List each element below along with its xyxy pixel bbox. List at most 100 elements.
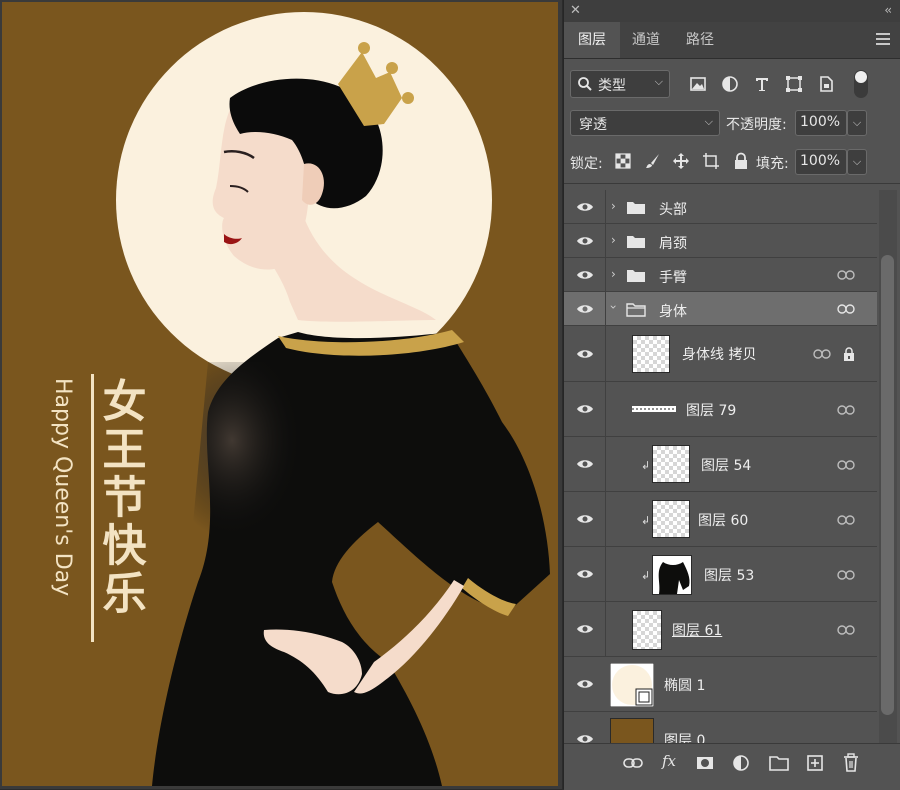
link-icon[interactable] <box>813 349 831 359</box>
fill-input[interactable]: 100% <box>795 149 847 175</box>
new-group-folder-icon[interactable] <box>768 752 790 774</box>
shape-layer-filter-icon[interactable] <box>784 74 804 94</box>
document-canvas[interactable]: 女王节快乐 Happy Queen's Day <box>0 0 562 789</box>
tab-layers[interactable]: 图层 <box>564 22 620 58</box>
artwork-illustration: 女王节快乐 Happy Queen's Day <box>2 2 558 786</box>
layer-thumbnail <box>610 718 654 743</box>
link-icon[interactable] <box>837 270 855 280</box>
layer-row-0[interactable]: 图层 0 <box>564 712 877 743</box>
layer-row-ellipse-1[interactable]: 椭圆 1 <box>564 657 877 712</box>
layer-thumbnail <box>632 335 670 373</box>
blend-mode-select[interactable]: 穿透 ⌵ <box>570 110 720 136</box>
eye-visibility-icon[interactable] <box>576 269 594 281</box>
lock-position-icon[interactable] <box>672 152 690 170</box>
layer-row-54[interactable]: ↲ 图层 54 <box>564 437 877 492</box>
filter-toggle[interactable] <box>854 70 868 98</box>
eye-visibility-icon[interactable] <box>576 458 594 470</box>
tab-paths[interactable]: 路径 <box>672 22 728 58</box>
layer-row-neck-group[interactable]: › 肩颈 <box>564 224 877 258</box>
chevron-down-icon[interactable]: › <box>606 305 620 310</box>
link-icon[interactable] <box>837 304 855 314</box>
layers-panel: ✕ ‹‹ 图层 通道 路径 类型 ⌵ 穿透 ⌵ 不透明度: 100% ⌵ 锁定:… <box>563 0 900 790</box>
layer-row-body-line-copy[interactable]: 身体线 拷贝 <box>564 326 877 382</box>
layers-action-bar: fx <box>564 743 900 790</box>
clipping-mask-icon: ↲ <box>641 459 651 472</box>
link-icon[interactable] <box>837 460 855 470</box>
layer-row-arm-group[interactable]: › 手臂 <box>564 258 877 292</box>
layer-style-fx-icon[interactable]: fx <box>658 752 680 774</box>
new-layer-icon[interactable] <box>804 752 826 774</box>
type-layer-filter-icon[interactable] <box>752 74 772 94</box>
row-separator <box>605 492 606 546</box>
row-separator <box>605 437 606 491</box>
vertical-subtitle: Happy Queen's Day <box>50 378 75 596</box>
row-separator <box>605 382 606 436</box>
eye-visibility-icon[interactable] <box>576 303 594 315</box>
eye-visibility-icon[interactable] <box>576 513 594 525</box>
layer-row-53[interactable]: ↲ 图层 53 <box>564 547 877 602</box>
layer-thumbnail <box>632 406 676 412</box>
layer-name: 图层 53 <box>704 568 755 584</box>
lock-all-icon[interactable] <box>732 152 750 170</box>
delete-layer-icon[interactable] <box>840 752 862 774</box>
eye-visibility-icon[interactable] <box>576 201 594 213</box>
opacity-dropdown-button[interactable]: ⌵ <box>847 110 867 136</box>
shape-thumbnail <box>610 663 654 707</box>
layer-thumbnail <box>632 610 662 650</box>
crown-jewel-3 <box>402 92 414 104</box>
layer-name: 椭圆 1 <box>664 678 706 694</box>
eye-visibility-icon[interactable] <box>576 733 594 743</box>
layer-row-head-group[interactable]: › 头部 <box>564 190 877 224</box>
layer-name: 头部 <box>659 202 687 218</box>
panel-divider <box>564 183 900 184</box>
filter-kind-select[interactable]: 类型 ⌵ <box>570 70 670 98</box>
eye-visibility-icon[interactable] <box>576 623 594 635</box>
eye-visibility-icon[interactable] <box>576 348 594 360</box>
panel-menu-icon[interactable] <box>876 33 890 45</box>
chevron-right-icon[interactable]: › <box>611 233 616 247</box>
close-icon[interactable]: ✕ <box>570 3 581 18</box>
lock-icon[interactable] <box>843 347 855 361</box>
row-separator <box>605 190 606 223</box>
blend-mode-value: 穿透 <box>579 117 607 133</box>
pixel-layer-filter-icon[interactable] <box>688 74 708 94</box>
link-icon[interactable] <box>837 405 855 415</box>
chevron-right-icon[interactable]: › <box>611 267 616 281</box>
row-separator <box>605 258 606 291</box>
collapse-icon[interactable]: ‹‹ <box>884 3 891 17</box>
link-icon[interactable] <box>837 570 855 580</box>
layer-name: 肩颈 <box>659 236 687 252</box>
layers-scrollbar-thumb[interactable] <box>881 255 894 715</box>
clipping-mask-icon: ↲ <box>641 569 651 582</box>
tab-channels[interactable]: 通道 <box>618 22 674 58</box>
eye-visibility-icon[interactable] <box>576 235 594 247</box>
folder-icon <box>627 270 645 282</box>
eye-visibility-icon[interactable] <box>576 678 594 690</box>
link-icon[interactable] <box>837 625 855 635</box>
chevron-right-icon[interactable]: › <box>611 199 616 213</box>
link-icon[interactable] <box>837 515 855 525</box>
fill-dropdown-button[interactable]: ⌵ <box>847 149 867 175</box>
new-adjustment-layer-icon[interactable] <box>730 752 752 774</box>
layers-list[interactable]: › 头部 › 肩颈 › 手臂 › 身体 身体线 拷贝 图层 79 ↲ 图层 54… <box>564 190 877 743</box>
link-layers-icon[interactable] <box>622 752 644 774</box>
layer-row-60[interactable]: ↲ 图层 60 <box>564 492 877 547</box>
smart-object-filter-icon[interactable] <box>816 74 836 94</box>
filter-kind-value: 类型 <box>598 78 626 94</box>
folder-open-icon <box>626 303 646 317</box>
layer-row-61[interactable]: 图层 61 <box>564 602 877 657</box>
layer-row-79[interactable]: 图层 79 <box>564 382 877 437</box>
layer-name: 图层 61 <box>672 623 723 639</box>
fill-label: 填充: <box>756 156 789 172</box>
lock-image-pixels-icon[interactable] <box>644 152 662 170</box>
opacity-input[interactable]: 100% <box>795 110 847 136</box>
eye-visibility-icon[interactable] <box>576 403 594 415</box>
lock-transparent-pixels-icon[interactable] <box>614 152 632 170</box>
row-separator <box>605 547 606 601</box>
add-mask-icon[interactable] <box>694 752 716 774</box>
adjustment-layer-filter-icon[interactable] <box>720 74 740 94</box>
lock-artboard-icon[interactable] <box>702 152 720 170</box>
layer-row-body-group[interactable]: › 身体 <box>564 292 877 326</box>
eye-visibility-icon[interactable] <box>576 568 594 580</box>
folder-icon <box>627 236 645 248</box>
